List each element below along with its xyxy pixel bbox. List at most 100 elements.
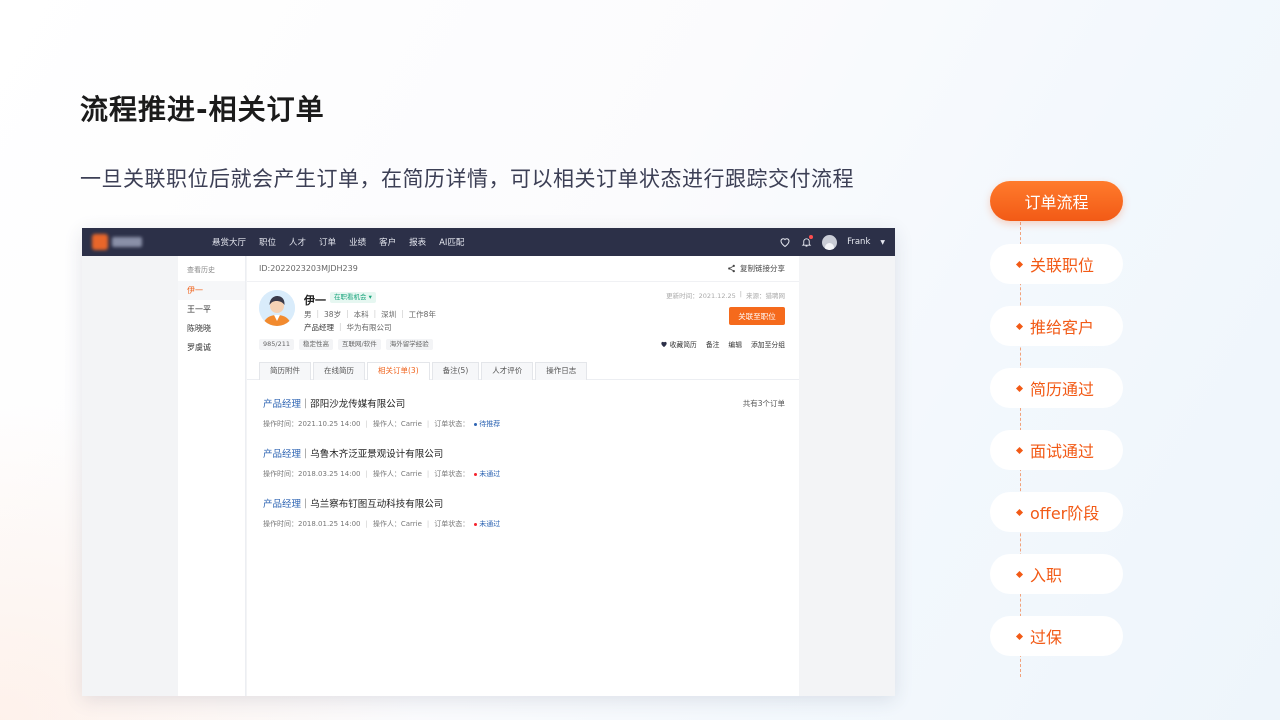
- flow-step-offer: offer阶段: [990, 492, 1123, 532]
- order-role[interactable]: 产品经理: [263, 396, 301, 410]
- diamond-icon: [1015, 632, 1024, 640]
- job-status-dropdown[interactable]: 在职看机会 ▾: [330, 292, 376, 303]
- order-status: 未通过: [474, 519, 500, 529]
- slide-subtitle: 一旦关联职位后就会产生订单，在简历详情，可以相关订单状态进行跟踪交付流程: [80, 167, 854, 191]
- current-company: 华为有限公司: [346, 323, 392, 332]
- diamond-icon: [1015, 508, 1024, 516]
- order-time: 操作时间：2021.10.25 14:00: [263, 420, 361, 428]
- tab-related-orders[interactable]: 相关订单(3): [367, 362, 430, 381]
- diamond-icon: [1015, 322, 1024, 330]
- add-to-group-button[interactable]: 添加至分组: [751, 339, 785, 349]
- resume-source: 来源：猎聘网: [746, 292, 785, 300]
- tab-operation-log[interactable]: 操作日志: [535, 362, 588, 380]
- diamond-icon: [1015, 260, 1024, 268]
- tag: 985/211: [259, 339, 295, 350]
- share-label: 复制链接分享: [740, 264, 785, 273]
- app-screenshot: 悬赏大厅 职位 人才 订单 业绩 客户 报表 AI匹配 Frank ▼ 查看历史…: [82, 228, 895, 696]
- nav-item-clients[interactable]: 客户: [379, 236, 396, 248]
- order-status: 待推荐: [474, 419, 500, 429]
- gender: 男: [304, 310, 312, 319]
- order-item[interactable]: 产品经理 | 乌兰察布钉图互动科技有限公司 操作时间：2018.01.25 14…: [263, 480, 799, 530]
- tab-attachments[interactable]: 简历附件: [259, 362, 311, 380]
- order-time: 操作时间：2018.03.25 14:00: [263, 470, 361, 478]
- resume-detail: ID:2022023203MJDH239 复制链接分享 伊一 在职看机会 ▾ 男…: [247, 256, 799, 696]
- history-title: 查看历史: [187, 266, 215, 274]
- order-operator: 操作人：Carrie: [372, 520, 422, 528]
- candidate-name: 伊一: [304, 294, 326, 307]
- tag: 稳定性高: [299, 339, 334, 350]
- order-status: 未通过: [474, 469, 500, 479]
- order-company[interactable]: 邵阳沙龙传媒有限公司: [310, 396, 405, 410]
- order-item[interactable]: 产品经理 | 邵阳沙龙传媒有限公司 操作时间：2021.10.25 14:00 |…: [263, 380, 799, 430]
- nav-item-ai-match[interactable]: AI匹配: [439, 236, 464, 248]
- view-history-panel: 查看历史 伊一 王一平 陈晓晓 罗虞诚: [178, 256, 246, 696]
- flow-step-link-position: 关联职位: [990, 244, 1123, 284]
- order-status-label: 订单状态：: [434, 520, 470, 528]
- experience: 工作8年: [408, 310, 436, 319]
- user-avatar[interactable]: [822, 234, 838, 250]
- history-item[interactable]: 伊一: [178, 281, 245, 300]
- edit-button[interactable]: 编辑: [728, 339, 742, 349]
- flow-header-order-process: 订单流程: [990, 181, 1123, 221]
- tag: 海外留学经验: [385, 339, 433, 350]
- order-time: 操作时间：2018.01.25 14:00: [263, 520, 361, 528]
- order-role[interactable]: 产品经理: [263, 446, 301, 460]
- nav-item-talent[interactable]: 人才: [289, 236, 306, 248]
- history-item[interactable]: 陈晓晓: [178, 319, 245, 338]
- chevron-down-icon[interactable]: ▼: [880, 239, 885, 246]
- flow-step-onboard: 入职: [990, 554, 1123, 594]
- profile-actions: 收藏简历 备注 编辑 添加至分组: [660, 339, 785, 349]
- order-list: 共有3个订单 产品经理 | 邵阳沙龙传媒有限公司 操作时间：2021.10.25…: [247, 380, 799, 530]
- bell-icon[interactable]: [801, 235, 814, 248]
- education: 本科: [353, 310, 369, 319]
- update-info: 更新时间：2021.12.25 | 来源：猎聘网: [666, 290, 785, 300]
- order-status-label: 订单状态：: [434, 420, 470, 428]
- slide-title: 流程推进-相关订单: [80, 93, 325, 126]
- nav-item-orders[interactable]: 订单: [319, 236, 336, 248]
- age: 38岁: [324, 310, 342, 319]
- order-operator: 操作人：Carrie: [372, 470, 422, 478]
- updated-time: 更新时间：2021.12.25: [666, 292, 736, 300]
- nav-item-reports[interactable]: 报表: [409, 236, 426, 248]
- flow-step-push-client: 推给客户: [990, 306, 1123, 346]
- flow-step-resume-pass: 简历通过: [990, 368, 1123, 408]
- resume-id: ID:2022023203MJDH239: [259, 264, 358, 273]
- share-icon: [728, 264, 735, 273]
- nav-item-bounty-hall[interactable]: 悬赏大厅: [212, 236, 246, 248]
- main-nav: 悬赏大厅 职位 人才 订单 业绩 客户 报表 AI匹配: [212, 236, 464, 248]
- note-button[interactable]: 备注: [706, 339, 720, 349]
- current-job: 产品经理 | 华为有限公司: [304, 322, 392, 332]
- diamond-icon: [1015, 570, 1024, 578]
- tab-talent-review[interactable]: 人才评价: [481, 362, 534, 380]
- resume-tabs: 简历附件 在线简历 相关订单(3) 备注(5) 人才评价 操作日志: [247, 362, 799, 381]
- favorite-resume-button[interactable]: 收藏简历: [660, 339, 697, 349]
- order-operator: 操作人：Carrie: [372, 420, 422, 428]
- history-item[interactable]: 罗虞诚: [178, 338, 245, 357]
- job-title: 产品经理: [304, 323, 334, 332]
- nav-item-performance[interactable]: 业绩: [349, 236, 366, 248]
- candidate-avatar: [259, 290, 295, 326]
- logo: [92, 234, 158, 250]
- candidate-tags: 985/211 稳定性高 互联网/软件 海外留学经验: [259, 339, 433, 350]
- order-role[interactable]: 产品经理: [263, 496, 301, 510]
- order-item[interactable]: 产品经理 | 乌鲁木齐泛亚景观设计有限公司 操作时间：2018.03.25 14…: [263, 430, 799, 480]
- top-nav-bar: 悬赏大厅 职位 人才 订单 业绩 客户 报表 AI匹配 Frank ▼: [82, 228, 895, 256]
- user-name[interactable]: Frank: [847, 237, 870, 247]
- diamond-icon: [1015, 384, 1024, 392]
- top-right-tools: Frank ▼: [779, 234, 885, 250]
- nav-item-positions[interactable]: 职位: [259, 236, 276, 248]
- heart-icon[interactable]: [779, 236, 791, 248]
- order-company[interactable]: 乌兰察布钉图互动科技有限公司: [310, 496, 443, 510]
- share-link-button[interactable]: 复制链接分享: [727, 263, 785, 274]
- candidate-meta: 男 | 38岁 | 本科 | 深圳 | 工作8年: [304, 309, 436, 319]
- link-to-position-button[interactable]: 关联至职位: [729, 307, 785, 325]
- history-item[interactable]: 王一平: [178, 300, 245, 319]
- tab-notes[interactable]: 备注(5): [431, 362, 480, 380]
- tab-online-resume[interactable]: 在线简历: [313, 362, 365, 380]
- order-company[interactable]: 乌鲁木齐泛亚景观设计有限公司: [310, 446, 443, 460]
- flow-step-interview-pass: 面试通过: [990, 430, 1123, 470]
- order-status-label: 订单状态：: [434, 470, 470, 478]
- notification-dot: [809, 235, 814, 239]
- order-count: 共有3个订单: [742, 399, 785, 408]
- city: 深圳: [381, 310, 397, 319]
